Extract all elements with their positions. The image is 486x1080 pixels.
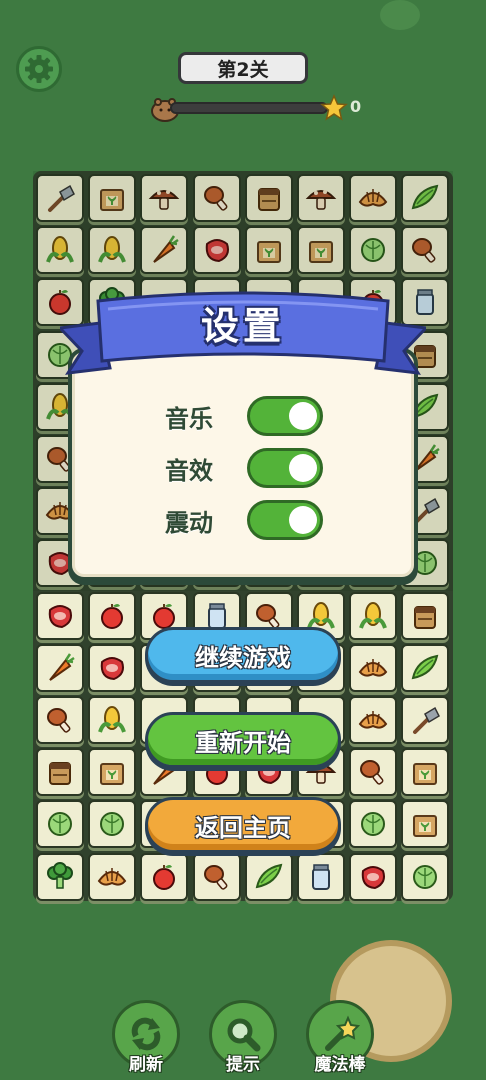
tile-peapod[interactable] — [401, 643, 450, 692]
corn-icon — [359, 601, 388, 629]
seedbox-icon — [413, 763, 438, 786]
seedbox-icon — [413, 815, 438, 838]
apple-icon — [153, 864, 176, 890]
music-label: 音乐 — [165, 404, 213, 433]
settings-gear-button[interactable] — [16, 46, 62, 92]
tile-corn[interactable] — [88, 696, 137, 744]
sound-effects-toggle[interactable] — [247, 448, 323, 488]
tile-cabbage[interactable] — [349, 800, 398, 849]
setting-row-sound: 音效 — [165, 448, 335, 488]
drumstick-icon — [203, 864, 228, 890]
cabbage-icon — [100, 812, 125, 837]
restart-button[interactable]: 重新开始 — [145, 712, 341, 768]
peapod-icon — [412, 654, 439, 680]
background-decoration — [380, 0, 420, 30]
tile-seedbox[interactable] — [401, 748, 450, 797]
tile-soilbag[interactable] — [36, 748, 84, 797]
tile-steak[interactable] — [88, 643, 137, 692]
level-label: 第2关 — [217, 58, 269, 81]
corn-icon — [98, 706, 127, 733]
apple-icon — [101, 603, 124, 629]
hint-label: 提示 — [226, 1055, 260, 1075]
peapod-icon — [255, 863, 283, 888]
drumstick-icon — [360, 760, 384, 785]
tile-drumstick[interactable] — [349, 748, 398, 797]
tile-drumstick[interactable] — [192, 852, 241, 901]
cabbage-icon — [48, 812, 72, 837]
return-home-button[interactable]: 返回主页 — [145, 797, 341, 853]
return-home-label: 返回主页 — [195, 813, 291, 842]
level-progress: 0 — [150, 94, 370, 122]
magic-wand-icon — [325, 1015, 360, 1051]
toggle-knob — [289, 454, 317, 482]
continue-game-button[interactable]: 继续游戏 — [145, 627, 341, 683]
steak-icon — [48, 604, 72, 628]
seedbox-icon — [100, 763, 125, 786]
tile-seedbox[interactable] — [401, 800, 450, 849]
star-count: 0 — [350, 97, 362, 116]
tile-croissant[interactable] — [349, 696, 398, 744]
tile-croissant[interactable] — [349, 643, 398, 692]
tile-peapod[interactable] — [244, 852, 293, 901]
tile-seedbox[interactable] — [88, 748, 137, 797]
sound-effects-label: 音效 — [165, 456, 213, 485]
music-toggle[interactable] — [247, 396, 323, 436]
tile-apple[interactable] — [140, 852, 189, 901]
progress-bar — [170, 102, 328, 114]
toggle-knob — [289, 402, 317, 430]
vibration-toggle[interactable] — [247, 500, 323, 540]
drumstick-icon — [47, 708, 71, 733]
shovel-icon — [413, 706, 441, 734]
level-indicator: 第2关 — [178, 52, 308, 84]
tile-corn[interactable] — [349, 591, 398, 640]
cabbage-icon — [361, 812, 386, 837]
cabbage-icon — [413, 864, 438, 889]
tile-shovel[interactable] — [401, 696, 450, 744]
broccoli-icon — [47, 861, 73, 889]
tile-jar[interactable] — [297, 852, 345, 901]
tile-broccoli[interactable] — [36, 852, 84, 901]
settings-ribbon: 设置 — [60, 283, 426, 383]
magic-wand-label: 魔法棒 — [314, 1055, 366, 1075]
tile-drumstick[interactable] — [36, 696, 84, 744]
soilbag-icon — [49, 762, 71, 786]
steak-icon — [361, 865, 386, 889]
setting-row-vibration: 震动 — [165, 500, 335, 540]
tile-cabbage[interactable] — [401, 852, 450, 901]
tile-steak[interactable] — [349, 852, 398, 901]
vibration-label: 震动 — [165, 508, 213, 537]
settings-title: 设置 — [200, 304, 285, 348]
refresh-icon — [131, 1017, 161, 1051]
tile-croissant[interactable] — [88, 852, 137, 901]
star-icon — [320, 94, 348, 121]
magnifier-icon — [227, 1018, 261, 1052]
croissant-icon — [358, 658, 388, 677]
soilbag-icon — [414, 605, 437, 629]
croissant-icon — [358, 711, 388, 729]
toggle-knob — [289, 506, 317, 534]
carrot-icon — [49, 653, 75, 681]
tile-apple[interactable] — [88, 591, 137, 640]
tile-carrot[interactable] — [36, 643, 84, 692]
tile-cabbage[interactable] — [36, 800, 84, 849]
setting-row-music: 音乐 — [165, 396, 335, 436]
tile-soilbag[interactable] — [401, 591, 450, 640]
gear-icon — [25, 55, 53, 83]
continue-game-label: 继续游戏 — [195, 643, 291, 672]
tile-cabbage[interactable] — [88, 800, 137, 849]
jar-icon — [312, 863, 330, 890]
restart-label: 重新开始 — [195, 728, 291, 757]
steak-icon — [100, 656, 125, 680]
tile-steak[interactable] — [36, 591, 84, 640]
croissant-icon — [97, 867, 127, 886]
refresh-label: 刷新 — [129, 1055, 163, 1075]
